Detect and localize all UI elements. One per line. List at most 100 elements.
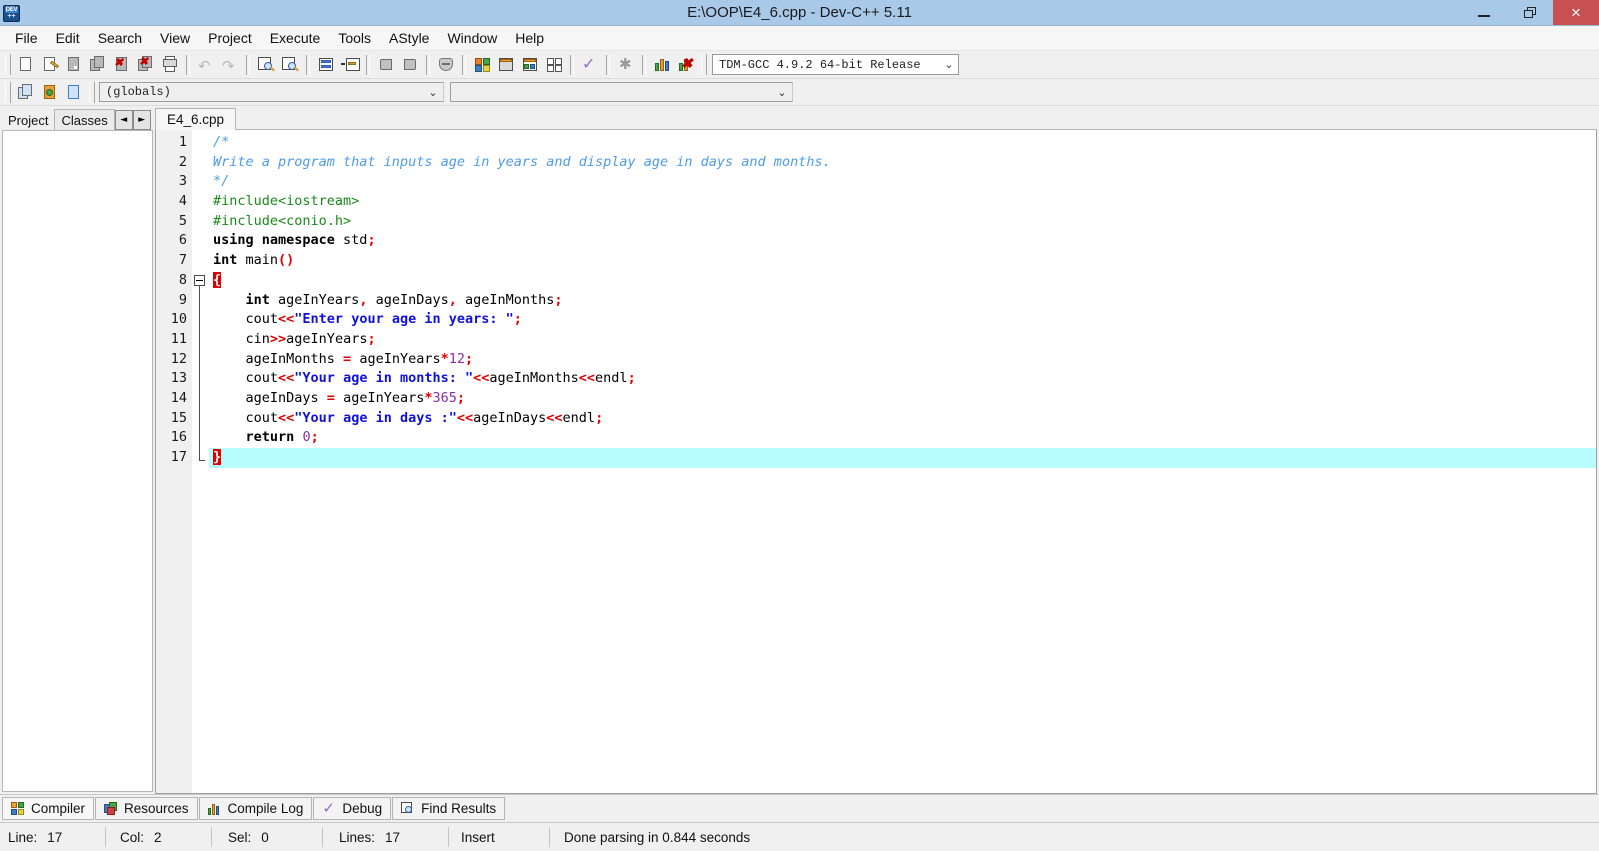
replace-button[interactable]	[278, 53, 302, 76]
goto-function-button[interactable]	[338, 53, 362, 76]
scope-select[interactable]: (globals) ⌄	[99, 82, 444, 102]
code-line[interactable]: using namespace std;	[209, 231, 1596, 251]
toolbar-separator	[462, 54, 466, 75]
toggle-panel-button[interactable]	[62, 81, 86, 104]
toolbar-grip-compiler[interactable]	[701, 54, 707, 75]
code-token: /*	[213, 134, 230, 150]
bottom-tab-find-results[interactable]: Find Results	[392, 797, 506, 820]
code-line[interactable]: cout<<"Enter your age in years: ";	[209, 310, 1596, 330]
restore-button[interactable]	[1507, 0, 1553, 25]
status-insert-mode[interactable]: Insert	[449, 826, 549, 848]
menu-file[interactable]: File	[6, 28, 47, 48]
syntax-check-button[interactable]: ✓	[578, 53, 602, 76]
code-token: ageInDays	[213, 389, 327, 406]
bottom-tab-resources[interactable]: Resources	[95, 797, 198, 820]
close-file-button[interactable]: ✖	[110, 53, 134, 76]
menu-edit[interactable]: Edit	[47, 28, 89, 48]
insert-button[interactable]	[14, 81, 38, 104]
code-line[interactable]: cin>>ageInYears;	[209, 330, 1596, 350]
bottom-tab-debug[interactable]: ✓ Debug	[313, 797, 392, 820]
compile-run-button[interactable]	[542, 53, 566, 76]
save-all-button[interactable]	[86, 53, 110, 76]
toolbar2-grip[interactable]	[5, 81, 11, 103]
code-line[interactable]: /*	[209, 133, 1596, 153]
new-project-button[interactable]	[470, 53, 494, 76]
toggle-bookmark-button[interactable]	[434, 53, 458, 76]
menu-execute[interactable]: Execute	[261, 28, 330, 48]
left-tab-project[interactable]: Project	[2, 110, 55, 130]
window-controls: ×	[1461, 0, 1599, 25]
code-line[interactable]: cout<<"Your age in days :"<<ageInDays<<e…	[209, 409, 1596, 429]
tab-scroll-left-button[interactable]: ◄	[114, 109, 133, 130]
new-project-icon	[473, 56, 491, 73]
compile-button[interactable]	[494, 53, 518, 76]
toolbar-grip[interactable]	[5, 54, 11, 75]
code-line[interactable]: {	[209, 271, 1596, 291]
code-line[interactable]: #include<conio.h>	[209, 212, 1596, 232]
code-fold-column[interactable]	[192, 130, 209, 793]
code-token: *	[440, 350, 449, 367]
code-editor[interactable]: 1 2 3 4 5 6 7 8 9 10 11 12 13 14 15 16 17 /* Write a prog…	[155, 130, 1597, 794]
code-line[interactable]: }	[209, 448, 1596, 468]
add-to-project-button[interactable]	[38, 81, 62, 104]
menu-project[interactable]: Project	[199, 28, 261, 48]
close-all-button[interactable]: ✖	[134, 53, 158, 76]
bottom-tab-debug-label: Debug	[342, 801, 383, 816]
code-token: <<	[578, 370, 596, 387]
undo-button[interactable]: ↶	[194, 53, 218, 76]
menu-astyle[interactable]: AStyle	[380, 28, 438, 48]
goto-line-button[interactable]	[314, 53, 338, 76]
code-line[interactable]: return 0;	[209, 428, 1596, 448]
status-col-label: Col:	[120, 829, 145, 845]
code-line[interactable]: cout<<"Your age in months: "<<ageInMonth…	[209, 369, 1596, 389]
forward-icon	[401, 56, 419, 73]
symbol-select[interactable]: ⌄	[450, 82, 793, 102]
code-line[interactable]: #include<iostream>	[209, 192, 1596, 212]
code-line[interactable]: ageInMonths = ageInYears*12;	[209, 350, 1596, 370]
find-button[interactable]	[254, 53, 278, 76]
forward-button[interactable]	[398, 53, 422, 76]
fold-toggle-icon[interactable]	[194, 274, 205, 286]
print-button[interactable]	[158, 53, 182, 76]
editor-tab-e4-6-cpp[interactable]: E4_6.cpp	[155, 108, 237, 130]
back-button[interactable]	[374, 53, 398, 76]
menu-tools[interactable]: Tools	[329, 28, 380, 48]
redo-button[interactable]: ↷	[218, 53, 242, 76]
code-token: #include<iostream>	[213, 193, 360, 210]
code-line[interactable]: int ageInYears, ageInDays, ageInMonths;	[209, 291, 1596, 311]
code-line[interactable]: */	[209, 172, 1596, 192]
line-number-gutter: 1 2 3 4 5 6 7 8 9 10 11 12 13 14 15 16 17	[156, 130, 192, 793]
toolbar2-grip-2[interactable]	[89, 81, 95, 103]
menu-window[interactable]: Window	[438, 28, 506, 48]
delete-profile-button[interactable]: ✖	[674, 53, 698, 76]
new-file-button[interactable]	[14, 53, 38, 76]
code-line[interactable]: Write a program that inputs age in years…	[209, 153, 1596, 173]
window-resize-grip[interactable]	[1584, 836, 1598, 850]
code-token: }	[213, 449, 222, 465]
bottom-tab-compile-log[interactable]: Compile Log	[198, 797, 313, 820]
open-file-button[interactable]	[38, 53, 62, 76]
code-token: ageInDays	[473, 409, 547, 426]
menu-search[interactable]: Search	[89, 28, 151, 48]
left-tab-classes[interactable]: Classes	[54, 109, 115, 130]
menu-help[interactable]: Help	[506, 28, 553, 48]
bottom-tab-compiler[interactable]: Compiler	[2, 797, 95, 820]
toolbar-separator	[570, 54, 574, 75]
close-button[interactable]: ×	[1553, 0, 1599, 25]
project-tree-panel[interactable]	[2, 130, 153, 792]
menu-view[interactable]: View	[151, 28, 199, 48]
code-line[interactable]: ageInDays = ageInYears*365;	[209, 389, 1596, 409]
stop-execution-button[interactable]: ✱	[614, 53, 638, 76]
code-line[interactable]: int main()	[209, 251, 1596, 271]
open-file-icon	[41, 56, 60, 73]
tab-scroll-right-button[interactable]: ►	[132, 109, 151, 130]
code-text-area[interactable]: /* Write a program that inputs age in yea…	[209, 130, 1596, 793]
run-button[interactable]	[518, 53, 542, 76]
save-file-button[interactable]	[62, 53, 86, 76]
status-sel: Sel: 0	[212, 826, 322, 848]
fold-region-line	[199, 285, 200, 461]
minimize-button[interactable]	[1461, 0, 1507, 25]
line-number: 7	[178, 252, 187, 269]
profile-button[interactable]	[650, 53, 674, 76]
compiler-select[interactable]: TDM-GCC 4.9.2 64-bit Release ⌄	[712, 54, 959, 75]
